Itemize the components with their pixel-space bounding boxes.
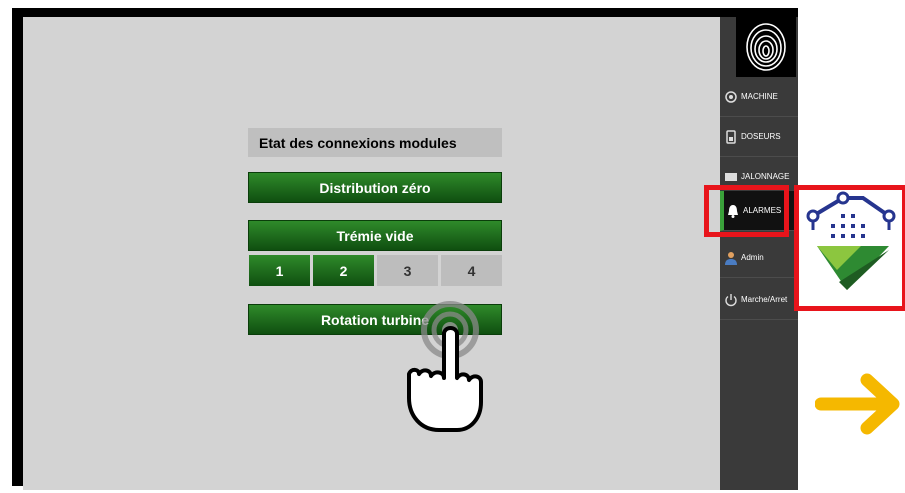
module-connection-title: Etat des connexions modules [248,128,502,157]
arrow-right-icon [815,373,900,435]
fingerprint-icon [746,23,786,71]
sidebar-item-label: JALONNAGE [741,172,790,181]
fingerprint-logo[interactable] [736,17,796,77]
device-icon [726,129,736,144]
distribution-zero-button[interactable]: Distribution zéro [248,172,502,203]
alarm-badge [794,185,905,311]
flag-icon [725,172,737,181]
sidebar-item-label: DOSEURS [741,132,781,141]
tray-button-2[interactable]: 2 [313,255,374,286]
sidebar-item-doseurs[interactable]: DOSEURS [720,117,798,157]
tray-button-4[interactable]: 4 [441,255,502,286]
hopper-empty-button[interactable]: Trémie vide [248,220,502,251]
sidebar-item-machine[interactable]: MACHINE [720,77,798,117]
sidebar-item-admin[interactable]: Admin [720,238,798,278]
sidebar-item-label: Marche/Arret [741,295,788,304]
sidebar-item-label: MACHINE [741,92,778,101]
field-sprayer-icon [806,191,896,290]
touch-hand-icon [407,301,483,432]
sidebar-item-power[interactable]: Marche/Arret [720,280,798,320]
user-icon [725,251,737,265]
tray-button-3[interactable]: 3 [377,255,438,286]
power-icon [725,293,737,306]
main-screen [23,17,720,490]
gear-icon [725,90,737,103]
alarms-highlight [704,185,789,237]
sidebar-item-label: Admin [741,253,764,262]
tray-button-1[interactable]: 1 [249,255,310,286]
